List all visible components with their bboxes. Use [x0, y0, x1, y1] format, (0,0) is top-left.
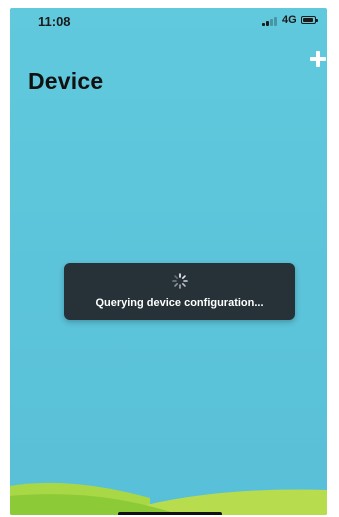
- status-bar: 11:08 4G: [10, 8, 327, 30]
- add-device-button[interactable]: [307, 48, 327, 70]
- hills-decoration: [10, 482, 327, 515]
- app-screen: 11:08 4G Device Querying device configur…: [10, 8, 327, 515]
- network-type: 4G: [282, 14, 297, 26]
- status-time: 11:08: [38, 14, 71, 29]
- loading-toast: Querying device configuration...: [64, 263, 295, 320]
- loading-spinner-icon: [172, 273, 188, 289]
- home-indicator[interactable]: [118, 512, 222, 515]
- toast-message: Querying device configuration...: [95, 297, 264, 309]
- battery-icon: [301, 16, 318, 24]
- page-title: Device: [28, 68, 104, 94]
- signal-icon: [262, 17, 280, 26]
